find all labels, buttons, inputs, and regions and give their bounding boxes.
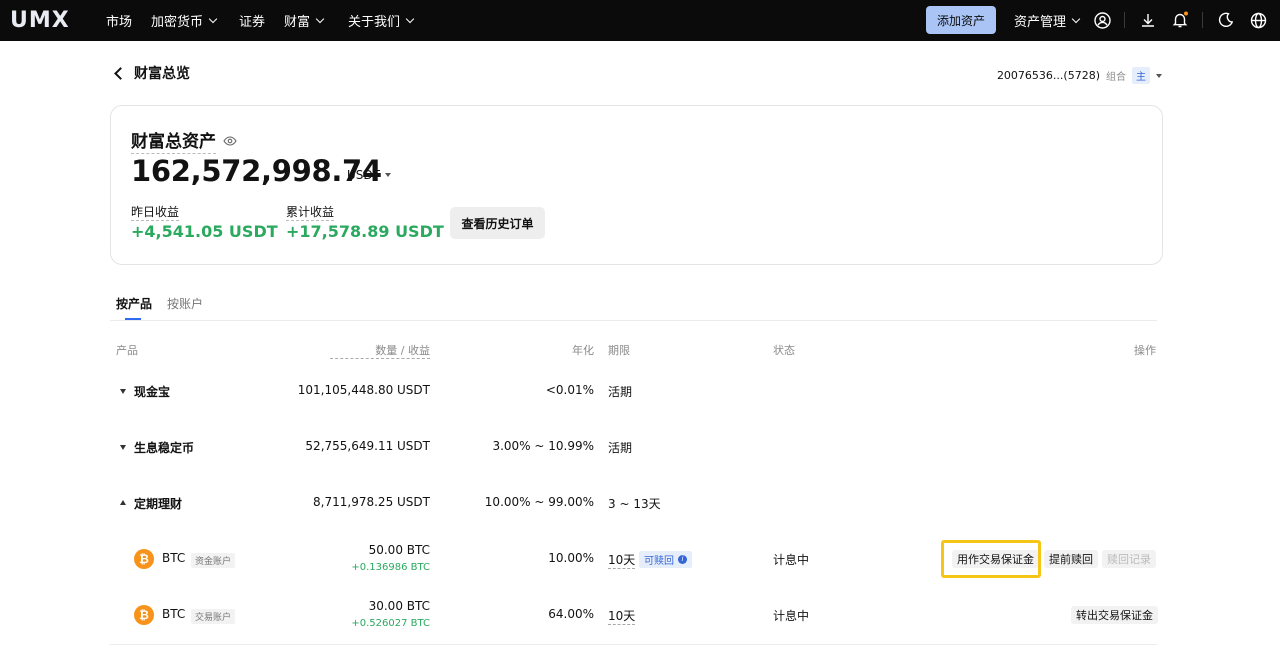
early-redeem-button[interactable]: 提前赎回	[1044, 550, 1098, 568]
tab-by-account[interactable]: 按账户	[167, 295, 203, 312]
account-id: 20076536...(5728)	[996, 69, 1100, 82]
umx-logo[interactable]: UMX	[10, 8, 70, 33]
highlight-box	[941, 540, 1041, 578]
apr: 10.00%	[548, 551, 594, 565]
eye-icon[interactable]	[223, 133, 237, 147]
account-selector[interactable]: 20076536...(5728) 组合 主	[997, 67, 1162, 84]
earnings: +0.136986 BTC	[351, 562, 430, 573]
main-account-tag: 主	[1132, 67, 1150, 84]
column-header-term: 期限	[608, 344, 630, 357]
nav-securities[interactable]: 证券	[239, 0, 265, 41]
chevron-down-icon	[208, 14, 218, 23]
total-assets-value: 162,572,998.74	[131, 154, 382, 188]
btc-coin-icon: ₿	[134, 605, 154, 625]
earnings: +0.526027 BTC	[351, 618, 430, 629]
redeemable-tag[interactable]: 可赎回 i	[639, 551, 692, 568]
nav-markets[interactable]: 市场	[106, 0, 132, 41]
yesterday-earnings-value: +4,541.05 USDT	[131, 222, 278, 241]
cumulative-earnings-value: +17,578.89 USDT	[286, 222, 444, 241]
btc-coin-icon: ₿	[134, 549, 154, 569]
column-header-apr: 年化	[572, 344, 594, 357]
transfer-out-margin-button[interactable]: 转出交易保证金	[1071, 606, 1158, 624]
info-icon: i	[678, 555, 687, 564]
account-type-tag: 交易账户	[191, 609, 236, 624]
combo-label: 组合	[1106, 72, 1126, 83]
chevron-down-icon	[1071, 14, 1081, 23]
tab-bar: 按产品 按账户	[110, 293, 1157, 321]
redeem-history-button[interactable]: 赎回记录	[1102, 550, 1156, 568]
amount: 30.00 BTC	[368, 599, 430, 613]
asset-management-menu[interactable]: 资产管理	[1014, 0, 1081, 41]
status: 计息中	[773, 609, 810, 623]
term: 10天	[608, 609, 636, 625]
account-type-tag: 资金账户	[191, 553, 236, 568]
bell-icon[interactable]	[1170, 10, 1190, 30]
back-button[interactable]: 财富总览	[112, 63, 190, 83]
column-header-status: 状态	[773, 344, 795, 357]
nav-wealth[interactable]: 财富	[284, 0, 325, 41]
divider	[110, 644, 1157, 645]
cumulative-earnings-label: 累计收益	[286, 205, 335, 221]
nav-about[interactable]: 关于我们	[348, 0, 415, 41]
divider	[1124, 12, 1125, 28]
caret-down-icon	[1156, 73, 1162, 78]
page-title: 财富总览	[134, 66, 190, 82]
caret-down-icon	[384, 173, 391, 177]
currency-selector[interactable]: USDT	[347, 168, 391, 182]
apr: 64.00%	[548, 607, 594, 621]
active-tab-indicator	[125, 318, 141, 320]
divider	[1202, 12, 1203, 28]
user-icon[interactable]	[1092, 10, 1112, 30]
moon-icon[interactable]	[1216, 10, 1236, 30]
caret-down-icon	[120, 389, 126, 394]
top-navbar: UMX 市场 加密货币 证券 财富 关于我们 添加资产 资产管理	[0, 0, 1280, 41]
chevron-down-icon	[315, 14, 325, 23]
caret-up-icon	[120, 500, 126, 505]
chevron-left-icon	[114, 66, 127, 80]
yesterday-earnings-label: 昨日收益	[131, 205, 180, 221]
amount: 50.00 BTC	[368, 543, 430, 557]
download-icon[interactable]	[1138, 10, 1158, 30]
column-header-action: 操作	[1134, 344, 1156, 357]
add-asset-button[interactable]: 添加资产	[926, 6, 996, 34]
chevron-down-icon	[405, 14, 415, 23]
column-header-amount: 数量 / 收益	[330, 342, 430, 359]
total-assets-title: 财富总资产	[131, 127, 216, 154]
globe-icon[interactable]	[1248, 10, 1268, 30]
view-history-orders-button[interactable]: 查看历史订单	[450, 207, 545, 239]
status: 计息中	[773, 553, 810, 567]
nav-crypto[interactable]: 加密货币	[151, 0, 218, 41]
column-header-product: 产品	[116, 344, 138, 357]
caret-down-icon	[120, 445, 126, 450]
term: 10天	[608, 553, 636, 569]
wealth-summary-card: 财富总资产 162,572,998.74 USDT 昨日收益 +4,541.05…	[110, 105, 1163, 265]
tab-by-product[interactable]: 按产品	[116, 295, 152, 312]
